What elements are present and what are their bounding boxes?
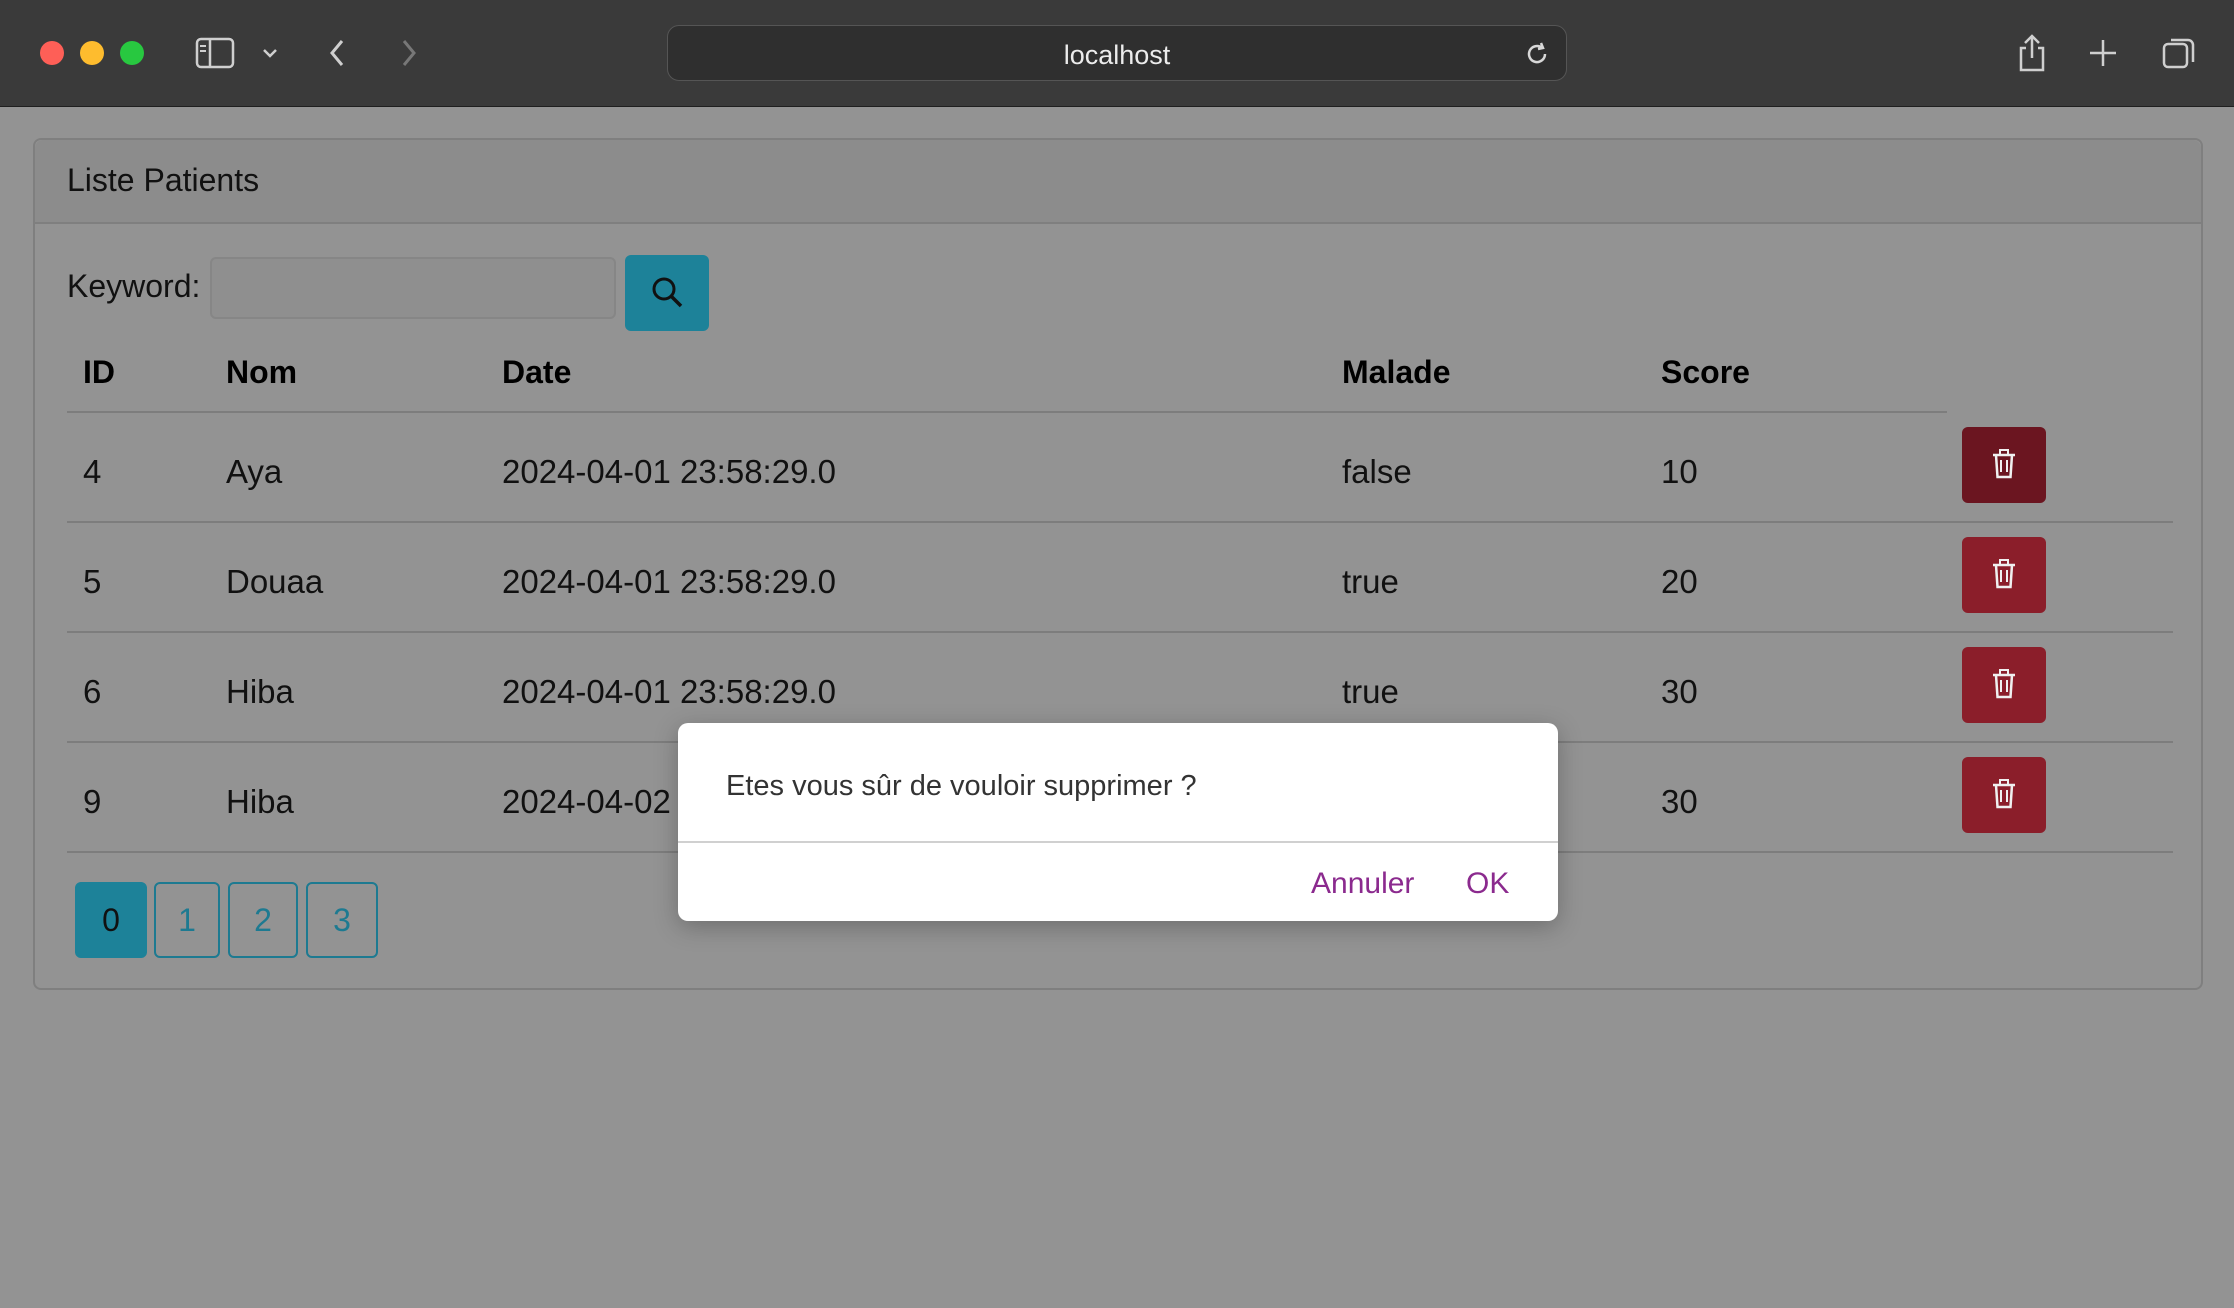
cell-malade: true: [1342, 673, 1399, 710]
cell-id: 9: [83, 783, 102, 820]
delete-button[interactable]: [1962, 757, 2046, 833]
cell-nom: Douaa: [226, 563, 324, 600]
column-header-malade: Malade: [1342, 354, 1451, 390]
delete-button[interactable]: [1962, 427, 2046, 503]
cell-score: 20: [1661, 563, 1698, 600]
cell-date: 2024-04-02: [502, 783, 671, 820]
page-content: Liste Patients Keyword: ID Nom Date Mala…: [0, 107, 2234, 1308]
cell-score: 30: [1661, 673, 1698, 710]
card-title: Liste Patients: [67, 162, 260, 198]
search-icon: [649, 274, 685, 313]
url-text: localhost: [1063, 40, 1171, 70]
close-window-button[interactable]: [40, 41, 64, 65]
column-header-date: Date: [502, 354, 572, 390]
cell-malade: true: [1342, 563, 1399, 600]
trash-icon: [1989, 557, 2019, 594]
cell-date: 2024-04-01 23:58:29.0: [502, 563, 836, 600]
keyword-label: Keyword:: [67, 268, 201, 304]
delete-button[interactable]: [1962, 537, 2046, 613]
zoom-window-button[interactable]: [120, 41, 144, 65]
cell-date: 2024-04-01 23:58:29.0: [502, 453, 836, 490]
trash-icon: [1989, 447, 2019, 484]
ok-button[interactable]: OK: [1466, 867, 1509, 901]
cell-score: 10: [1661, 453, 1698, 490]
cell-date: 2024-04-01 23:58:29.0: [502, 673, 836, 710]
cell-malade: false: [1342, 453, 1412, 490]
browser-toolbar: localhost: [0, 0, 2234, 107]
confirm-dialog: Etes vous sûr de vouloir supprimer ? Ann…: [678, 723, 1558, 921]
dialog-message: Etes vous sûr de vouloir supprimer ?: [726, 770, 1197, 802]
sidebar-toggle-icon[interactable]: [193, 30, 237, 76]
share-icon[interactable]: [2014, 30, 2050, 76]
delete-button[interactable]: [1962, 647, 2046, 723]
cell-nom: Hiba: [226, 783, 294, 820]
cell-nom: Aya: [226, 453, 283, 490]
cell-nom: Hiba: [226, 673, 294, 710]
page-button-3[interactable]: 3: [306, 882, 378, 958]
chevron-down-icon[interactable]: [258, 30, 282, 76]
column-header-score: Score: [1661, 354, 1750, 390]
cell-id: 5: [83, 563, 102, 600]
search-button[interactable]: [625, 255, 709, 331]
forward-icon[interactable]: [394, 30, 424, 76]
card-header: Liste Patients: [35, 140, 2201, 224]
page-button-0[interactable]: 0: [75, 882, 147, 958]
page-button-2[interactable]: 2: [228, 882, 298, 958]
cancel-button[interactable]: Annuler: [1311, 867, 1414, 901]
column-header-id: ID: [83, 354, 115, 390]
dialog-divider: [678, 841, 1558, 843]
page-button-1[interactable]: 1: [154, 882, 220, 958]
keyword-input[interactable]: [210, 257, 616, 319]
column-header-nom: Nom: [226, 354, 298, 390]
table-row: 5 Douaa 2024-04-01 23:58:29.0 true 20: [67, 523, 2173, 633]
tab-overview-icon[interactable]: [2160, 30, 2198, 76]
table-row: 4 Aya 2024-04-01 23:58:29.0 false 10: [67, 413, 2173, 523]
trash-icon: [1989, 667, 2019, 704]
address-bar[interactable]: localhost: [667, 25, 1567, 81]
cell-id: 4: [83, 453, 102, 490]
cell-id: 6: [83, 673, 102, 710]
cell-score: 30: [1661, 783, 1698, 820]
minimize-window-button[interactable]: [80, 41, 104, 65]
back-icon[interactable]: [322, 30, 352, 76]
new-tab-icon[interactable]: [2086, 30, 2120, 76]
reload-icon[interactable]: [1522, 39, 1552, 74]
trash-icon: [1989, 777, 2019, 814]
